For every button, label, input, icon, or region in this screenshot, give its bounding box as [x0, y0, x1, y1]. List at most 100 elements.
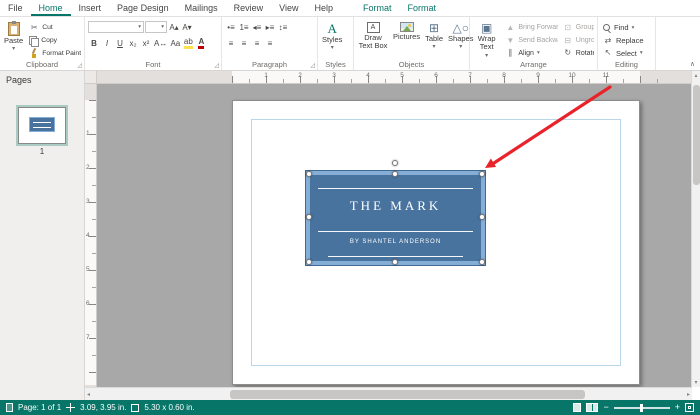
tab-format-text-box-tools[interactable]: Format: [400, 0, 445, 16]
text-highlight-button[interactable]: ab: [182, 37, 194, 49]
collapse-ribbon-button[interactable]: ∧: [690, 60, 695, 68]
selection-handle-top-right[interactable]: [479, 171, 485, 177]
card-title-text[interactable]: THE MARK: [310, 198, 481, 214]
font-name-select[interactable]: ▾: [88, 21, 144, 33]
selection-handle-top-center[interactable]: [391, 171, 398, 177]
wrap-text-button[interactable]: ▣ Wrap Text ▾: [473, 20, 500, 59]
tab-review[interactable]: Review: [226, 0, 272, 16]
object-size-value[interactable]: 5.30 x 0.60 in.: [144, 403, 194, 412]
page-thumbnail-item[interactable]: 1: [0, 105, 84, 156]
tab-page-design[interactable]: Page Design: [109, 0, 177, 16]
object-position-value[interactable]: 3.09, 3.95 in.: [80, 403, 126, 412]
tab-help[interactable]: Help: [306, 0, 341, 16]
canvas[interactable]: THE MARK BY SHANTEL ANDERSON: [97, 84, 692, 387]
justify-button[interactable]: ≡: [264, 37, 276, 49]
font-size-select[interactable]: ▾: [145, 21, 167, 33]
styles-button[interactable]: A Styles ▾: [321, 20, 343, 59]
pictures-button[interactable]: Pictures: [392, 20, 421, 59]
zoom-in-button[interactable]: +: [675, 403, 680, 412]
select-button[interactable]: ↖ Select ▾: [601, 47, 646, 59]
tab-insert[interactable]: Insert: [71, 0, 110, 16]
grow-font-button[interactable]: A▴: [168, 21, 180, 33]
editing-buttons: Find ▾ ⇄ Replace ↖ Select ▾: [601, 20, 646, 59]
tab-format-drawing-tools[interactable]: Format: [355, 0, 400, 16]
underline-button[interactable]: U: [114, 37, 126, 49]
align-right-button[interactable]: ≡: [251, 37, 263, 49]
selection-handle-bottom-left[interactable]: [306, 259, 312, 265]
object-position-icon[interactable]: [66, 403, 76, 412]
scroll-left-button[interactable]: ◂: [85, 388, 92, 400]
find-label: Find: [614, 23, 629, 33]
two-page-spread-button[interactable]: [586, 403, 599, 412]
selection-handle-bottom-center[interactable]: [391, 259, 398, 265]
bold-icon: B: [91, 38, 97, 48]
ungroup-label: Ungroup: [575, 37, 594, 44]
italic-button[interactable]: I: [101, 37, 113, 49]
zoom-slider[interactable]: [613, 403, 670, 412]
group-button[interactable]: ⊡ Group: [561, 22, 594, 34]
find-button[interactable]: Find ▾: [601, 22, 646, 34]
page-indicator[interactable]: Page: 1 of 1: [18, 403, 61, 412]
page-thumbnail[interactable]: [16, 105, 68, 146]
ungroup-button[interactable]: ⊟ Ungroup: [561, 35, 594, 47]
object-size-icon[interactable]: [131, 403, 140, 412]
increase-indent-button[interactable]: ▸≡: [264, 21, 276, 33]
decrease-indent-button[interactable]: ◂≡: [251, 21, 263, 33]
fit-page-button[interactable]: [685, 403, 694, 412]
rotation-handle[interactable]: [391, 160, 398, 166]
align-objects-button[interactable]: ∥ Align ▾: [503, 47, 557, 59]
tab-view[interactable]: View: [271, 0, 306, 16]
ribbon-group-objects: A Draw Text Box Pictures ⊞ Table ▾ △○ Sh…: [354, 17, 473, 70]
bring-forward-button[interactable]: ▲ Bring Forward ▾: [503, 22, 557, 34]
tab-file[interactable]: File: [0, 0, 31, 16]
table-button[interactable]: ⊞ Table ▾: [424, 20, 444, 59]
publication-page[interactable]: THE MARK BY SHANTEL ANDERSON: [232, 100, 640, 385]
line-spacing-button[interactable]: ↕≡: [277, 21, 289, 33]
tab-home[interactable]: Home: [31, 0, 71, 16]
paragraph-dialog-launcher-icon[interactable]: ◿: [310, 63, 315, 69]
clipboard-dialog-launcher-icon[interactable]: ◿: [77, 63, 82, 69]
align-left-button[interactable]: ≡: [225, 37, 237, 49]
horizontal-scroll-thumb[interactable]: [230, 390, 585, 399]
vertical-scroll-thumb[interactable]: [693, 85, 700, 185]
subscript-button[interactable]: x₂: [127, 37, 139, 49]
selection-handle-middle-right[interactable]: [479, 214, 485, 220]
horizontal-scrollbar[interactable]: ◂ ▸: [85, 387, 692, 400]
selection-handle-middle-left[interactable]: [306, 214, 312, 220]
horizontal-ruler[interactable]: 1 2 3 4 5 6 7 8 9 10 11: [97, 71, 692, 84]
send-backward-button[interactable]: ▼ Send Backward ▾: [503, 35, 557, 47]
character-spacing-button[interactable]: A↔: [153, 37, 168, 49]
shrink-font-button[interactable]: A▾: [181, 21, 193, 33]
copy-button[interactable]: Copy: [27, 35, 81, 47]
page-status-icon[interactable]: [6, 403, 13, 412]
font-dialog-launcher-icon[interactable]: ◿: [214, 63, 219, 69]
selection-handle-top-left[interactable]: [306, 171, 312, 177]
draw-text-box-button[interactable]: A Draw Text Box: [357, 20, 389, 59]
zoom-out-button[interactable]: −: [603, 403, 608, 412]
numbering-button[interactable]: 1≡: [238, 21, 250, 33]
bullets-button[interactable]: •≡: [225, 21, 237, 33]
chevron-down-icon: ▾: [161, 24, 164, 30]
zoom-slider-thumb[interactable]: [639, 403, 643, 412]
thumbnail-card-line: [33, 127, 51, 128]
change-case-button[interactable]: Aa: [169, 37, 181, 49]
cut-button[interactable]: ✂ Cut: [27, 22, 81, 34]
card-byline-text[interactable]: BY SHANTEL ANDERSON: [310, 239, 481, 245]
tab-mailings[interactable]: Mailings: [177, 0, 226, 16]
scroll-right-button[interactable]: ▸: [685, 388, 692, 400]
single-page-view-button[interactable]: [573, 403, 582, 412]
rotate-button[interactable]: ↻ Rotate ▾: [561, 47, 594, 59]
selected-card-object[interactable]: THE MARK BY SHANTEL ANDERSON: [305, 160, 486, 266]
superscript-button[interactable]: x²: [140, 37, 152, 49]
font-color-button[interactable]: A: [195, 37, 207, 49]
vertical-scrollbar[interactable]: ▴ ▾: [691, 71, 700, 387]
selection-handle-bottom-right[interactable]: [479, 259, 485, 265]
paste-button[interactable]: Paste ▾: [3, 20, 24, 59]
scroll-up-button[interactable]: ▴: [692, 72, 700, 79]
scroll-down-button[interactable]: ▾: [692, 379, 700, 386]
bold-button[interactable]: B: [88, 37, 100, 49]
format-painter-button[interactable]: Format Painter: [27, 47, 81, 59]
vertical-ruler[interactable]: 1 2 3 4 5 6 7: [85, 84, 97, 387]
align-center-button[interactable]: ≡: [238, 37, 250, 49]
replace-button[interactable]: ⇄ Replace: [601, 35, 646, 47]
